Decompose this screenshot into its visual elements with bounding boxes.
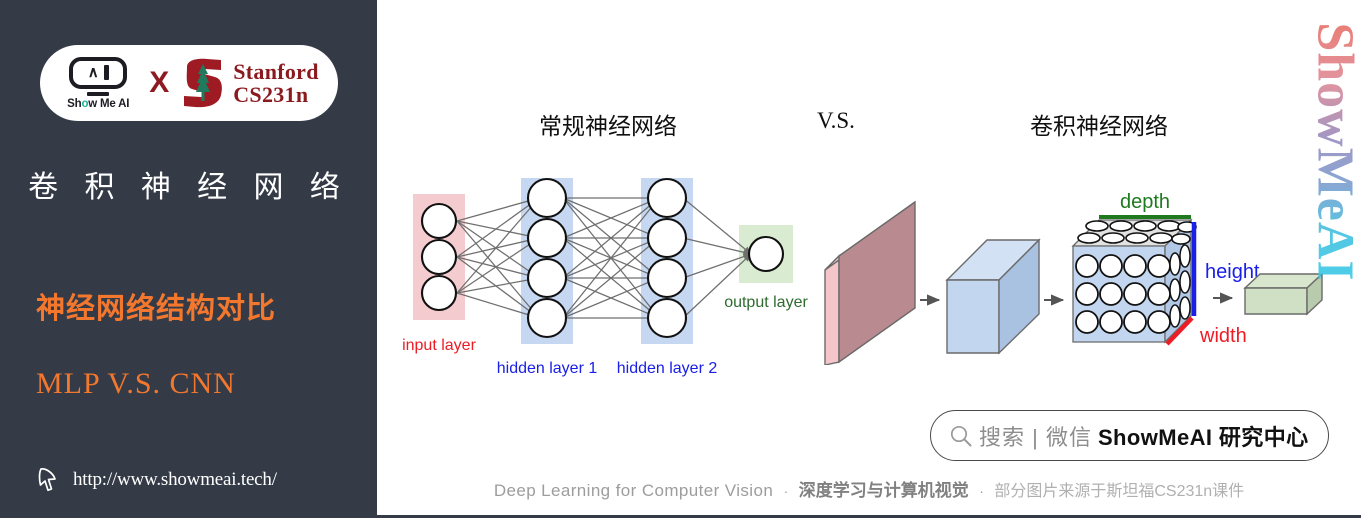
slide-root: ∧ Show Me AI X Stanford CS231n 卷 积 神 经 网… [0, 0, 1361, 518]
mlp-nodes [420, 177, 785, 339]
sidebar: ∧ Show Me AI X Stanford CS231n 卷 积 神 经 网… [0, 0, 377, 518]
showmeai-wordmark: Show Me AI [67, 98, 129, 110]
footer-separator-2: · [979, 483, 984, 499]
cross-symbol: X [149, 66, 170, 99]
search-icon [950, 425, 972, 446]
robot-icon: ∧ [69, 56, 128, 89]
stanford-line-2: CS231n [233, 82, 309, 107]
cursor-icon [38, 468, 56, 492]
sidebar-url-text: http://www.showmeai.tech/ [73, 469, 277, 490]
footer-chinese-note: 部分图片来源于斯坦福CS231n课件 [994, 483, 1245, 500]
cnn-depth-label: depth [1120, 191, 1170, 213]
search-hint-text: 搜索 | 微信 [979, 424, 1092, 450]
cnn-volume-side-circles [1169, 244, 1191, 328]
wechat-search-bar[interactable]: 搜索 | 微信 ShowMeAI 研究中心 [930, 410, 1329, 461]
mlp-input-label: input layer [402, 337, 476, 354]
search-query-text: ShowMeAI 研究中心 [1097, 424, 1309, 450]
stanford-s-icon [181, 57, 225, 109]
main-content: 常规神经网络 V.S. 卷积神经网络 input layer hidden la… [377, 0, 1361, 518]
logo-stand [87, 91, 110, 96]
footer: Deep Learning for Computer Vision · 深度学习… [377, 476, 1361, 501]
cnn-height-label: height [1205, 261, 1260, 283]
heading-cnn: 卷积神经网络 [1030, 113, 1168, 139]
cnn-width-label: width [1199, 325, 1247, 347]
sidebar-subtitle: 神经网络结构对比 [36, 293, 277, 325]
wordmark-pre: Sh [67, 97, 82, 110]
footer-english: Deep Learning for Computer Vision [493, 481, 774, 500]
heading-mlp: 常规神经网络 [539, 113, 677, 139]
stanford-line-1: Stanford [233, 58, 319, 84]
showmeai-logo: ∧ Show Me AI [59, 56, 137, 110]
mlp-hidden1-label: hidden layer 1 [497, 360, 598, 377]
footer-chinese-bold: 深度学习与计算机视觉 [798, 481, 969, 500]
cnn-conv-cube [945, 238, 1041, 355]
cnn-output-bar [1243, 272, 1324, 316]
stanford-logo: Stanford CS231n [181, 57, 319, 109]
bar-glyph [103, 65, 109, 80]
sidebar-url-row[interactable]: http://www.showmeai.tech/ [36, 466, 277, 494]
footer-separator-1: · [783, 483, 789, 499]
mlp-output-label: output layer [724, 294, 808, 311]
cnn-diagram: depth height width [817, 190, 1337, 365]
sidebar-subtitle-en: MLP V.S. CNN [36, 367, 236, 400]
logo-badge: ∧ Show Me AI X Stanford CS231n [40, 45, 338, 121]
wordmark-post: w Me AI [88, 97, 130, 110]
mlp-hidden2-label: hidden layer 2 [617, 360, 718, 377]
sidebar-title: 卷 积 神 经 网 络 [28, 171, 349, 204]
heading-vs: V.S. [817, 108, 855, 133]
mlp-diagram: input layer hidden layer 1 hidden layer … [397, 170, 822, 385]
caret-glyph: ∧ [87, 64, 99, 81]
stanford-text: Stanford CS231n [233, 58, 319, 107]
cnn-input-slab [824, 200, 916, 365]
